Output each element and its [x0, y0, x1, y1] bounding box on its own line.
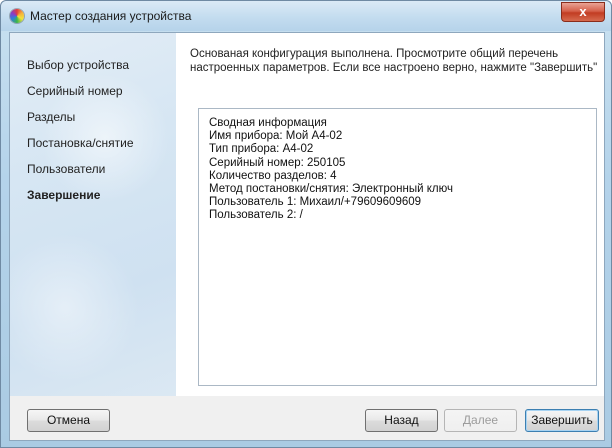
- window-title: Мастер создания устройства: [30, 9, 192, 23]
- description-line-1: Основаная конфигурация выполнена. Просмо…: [190, 48, 559, 60]
- summary-line: Количество разделов: 4: [209, 169, 337, 182]
- sidebar-item-device-selection[interactable]: Выбор устройства: [27, 58, 129, 72]
- wizard-window: Мастер создания устройства x Выбор устро…: [0, 0, 612, 448]
- step-description: Основаная конфигурация выполнена. Просмо…: [190, 47, 600, 75]
- wizard-steps-sidebar: Выбор устройства Серийный номер Разделы …: [10, 33, 176, 396]
- summary-line: Серийный номер: 250105: [209, 156, 346, 169]
- sidebar-item-partitions[interactable]: Разделы: [27, 110, 75, 124]
- summary-line: Пользователь 2: /: [209, 209, 303, 222]
- sidebar-item-arming-disarming[interactable]: Постановка/снятие: [27, 136, 134, 150]
- wizard-footer: Отмена Назад Далее Завершить: [10, 396, 604, 440]
- summary-line: Тип прибора: А4-02: [209, 143, 314, 156]
- back-button[interactable]: Назад: [365, 409, 438, 432]
- summary-line: Метод постановки/снятия: Электронный клю…: [209, 183, 453, 196]
- description-line-2: настроенных параметров. Если все настрое…: [190, 62, 598, 74]
- cancel-button[interactable]: Отмена: [27, 409, 110, 432]
- app-logo-icon: [10, 9, 24, 23]
- summary-line: Сводная информация: [209, 117, 327, 129]
- sidebar-item-completion[interactable]: Завершение: [27, 188, 100, 202]
- wizard-client-area: Выбор устройства Серийный номер Разделы …: [9, 32, 605, 441]
- sidebar-item-serial-number[interactable]: Серийный номер: [27, 84, 123, 98]
- next-button: Далее: [444, 409, 517, 432]
- summary-line: Пользователь 1: Михаил/+79609609609: [209, 196, 422, 209]
- summary-textbox[interactable]: Сводная информация Имя прибора: Мой А4-0…: [198, 108, 597, 386]
- close-button[interactable]: x: [561, 2, 605, 22]
- summary-line: Имя прибора: Мой А4-02: [209, 130, 343, 143]
- finish-button[interactable]: Завершить: [525, 409, 599, 432]
- title-bar[interactable]: Мастер создания устройства x: [1, 1, 611, 31]
- sidebar-item-users[interactable]: Пользователи: [27, 162, 105, 176]
